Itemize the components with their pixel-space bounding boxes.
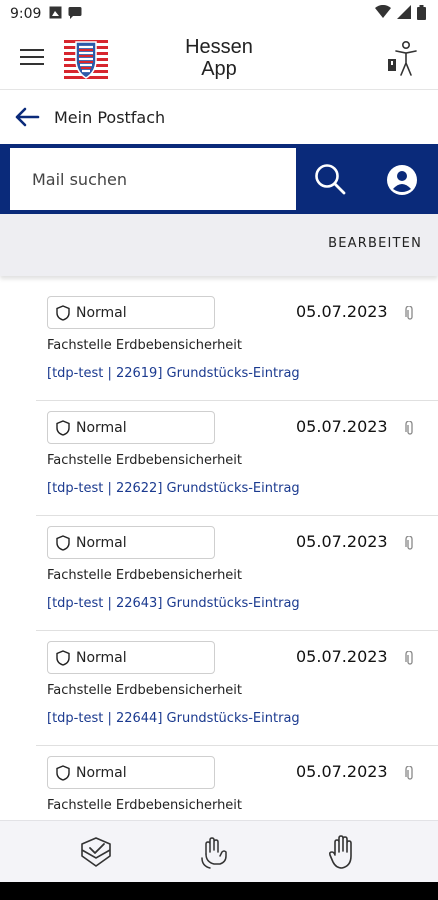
wifi-icon [375, 4, 391, 23]
back-button[interactable] [14, 106, 40, 128]
accessibility-button[interactable] [382, 39, 422, 79]
message-date: 05.07.2023 [296, 532, 388, 551]
app-title-line2: App [201, 58, 237, 80]
app-title-line1: Hessen [185, 36, 253, 58]
message-date: 05.07.2023 [296, 647, 388, 666]
battery-icon [417, 4, 426, 24]
priority-label: Normal [76, 649, 127, 666]
system-navigation-bar [0, 882, 438, 900]
message-sender: Fachstelle Erdbebensicherheit [47, 798, 243, 813]
message-sender: Fachstelle Erdbebensicherheit [47, 568, 243, 583]
profile-button[interactable] [384, 162, 420, 198]
nav-button-checked-layers[interactable] [78, 834, 114, 870]
nav-button-sign-language[interactable] [198, 834, 234, 870]
message-date: 05.07.2023 [296, 417, 388, 436]
list-item[interactable]: Normal 05.07.2023 Fachstelle Erdbebensic… [36, 746, 438, 818]
search-button[interactable] [312, 161, 348, 197]
priority-badge: Normal [47, 411, 215, 444]
priority-badge: Normal [47, 526, 215, 559]
list-item[interactable]: Normal 05.07.2023 Fachstelle Erdbebensic… [36, 516, 438, 631]
signal-icon [397, 5, 411, 23]
sign-language-icon [201, 837, 227, 869]
list-item[interactable]: Normal 05.07.2023 Fachstelle Erdbebensic… [36, 286, 438, 401]
priority-label: Normal [76, 304, 127, 321]
nav-button-hand[interactable] [324, 834, 360, 870]
priority-badge: Normal [47, 641, 215, 674]
search-input[interactable] [10, 148, 296, 210]
priority-badge: Normal [47, 756, 215, 789]
message-subject[interactable]: [tdp-test | 22622] Grundstücks-Eintrag [47, 481, 300, 496]
message-date: 05.07.2023 [296, 762, 388, 781]
message-subject[interactable]: [tdp-test | 22643] Grundstücks-Eintrag [47, 596, 300, 611]
search-icon [315, 164, 346, 195]
message-list: Normal 05.07.2023 Fachstelle Erdbebensic… [0, 286, 438, 818]
priority-badge: Normal [47, 296, 215, 329]
page-header: Mein Postfach [0, 96, 438, 140]
priority-label: Normal [76, 419, 127, 436]
message-subject[interactable]: [tdp-test | 22644] Grundstücks-Eintrag [47, 711, 300, 726]
chat-notification-icon [68, 6, 82, 23]
arrow-left-icon [15, 107, 40, 127]
app-bar: Hessen App [0, 28, 438, 90]
list-item[interactable]: Normal 05.07.2023 Fachstelle Erdbebensic… [36, 631, 438, 746]
message-subject[interactable]: [tdp-test | 22619] Grundstücks-Eintrag [47, 366, 300, 381]
priority-label: Normal [76, 534, 127, 551]
paperclip-icon [405, 306, 413, 320]
action-bar: BEARBEITEN [0, 214, 438, 276]
checked-layers-icon [81, 837, 111, 867]
message-sender: Fachstelle Erdbebensicherheit [47, 683, 243, 698]
photo-notification-icon [49, 6, 62, 23]
status-bar: 9:09 [0, 0, 438, 28]
paperclip-icon [405, 536, 413, 550]
accessibility-person-icon [388, 40, 417, 76]
account-circle-icon [387, 165, 417, 195]
search-bar [0, 144, 438, 214]
paperclip-icon [405, 651, 413, 665]
page-title: Mein Postfach [54, 108, 166, 127]
shield-icon [56, 304, 70, 321]
hand-icon [328, 835, 352, 869]
paperclip-icon [405, 421, 413, 435]
shield-icon [56, 649, 70, 666]
message-sender: Fachstelle Erdbebensicherheit [47, 338, 243, 353]
list-item[interactable]: Normal 05.07.2023 Fachstelle Erdbebensic… [36, 401, 438, 516]
shield-icon [56, 419, 70, 436]
status-icons [375, 4, 426, 24]
shield-icon [56, 764, 70, 781]
shield-icon [56, 534, 70, 551]
bottom-navigation [0, 820, 438, 882]
message-date: 05.07.2023 [296, 302, 388, 321]
edit-button[interactable]: BEARBEITEN [328, 236, 422, 251]
message-sender: Fachstelle Erdbebensicherheit [47, 453, 243, 468]
priority-label: Normal [76, 764, 127, 781]
app-title: Hessen App [0, 36, 438, 80]
status-time: 9:09 [10, 6, 42, 22]
paperclip-icon [405, 766, 413, 780]
